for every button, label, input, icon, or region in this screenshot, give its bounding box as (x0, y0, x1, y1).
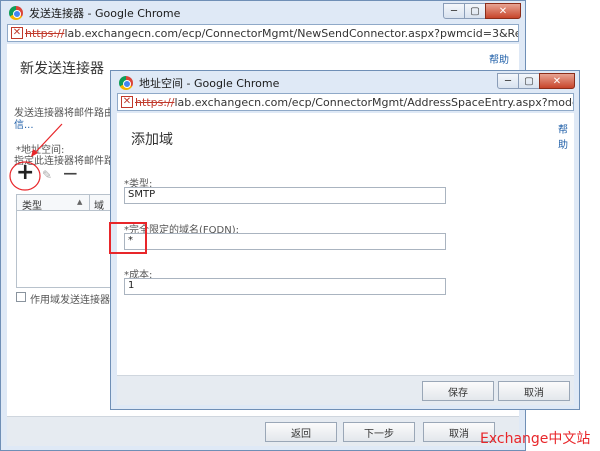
back-button-label: 返回 (291, 428, 311, 440)
col-divider (89, 195, 90, 211)
minimize-button[interactable]: ─ (443, 3, 465, 19)
scoped-checkbox-label: 作用域发送连接器 (30, 295, 110, 306)
back-window-controls: ─ ▢ ✕ (443, 3, 521, 19)
chrome-icon (119, 76, 133, 90)
maximize-icon: ▢ (524, 75, 534, 87)
annotation-box (109, 222, 147, 254)
front-window: 地址空间 - Google Chrome ─ ▢ ✕ ✕ https:// la… (110, 70, 580, 410)
next-button-label: 下一步 (364, 428, 394, 440)
sort-asc-icon: ▲ (77, 198, 83, 206)
url-path: lab.exchangecn.com/ecp/ConnectorMgmt/Add… (174, 95, 573, 109)
close-icon: ✕ (498, 5, 508, 17)
type-value: SMTP (128, 189, 156, 200)
table-header: 类型 ▲ 域 (17, 195, 115, 212)
back-footer: 返回 下一步 取消 (7, 416, 519, 446)
close-button[interactable]: ✕ (485, 3, 521, 19)
url-path: lab.exchangecn.com/ecp/ConnectorMgmt/New… (64, 26, 518, 40)
next-button[interactable]: 下一步 (343, 422, 415, 442)
minimize-icon: ─ (504, 75, 512, 87)
help-link[interactable]: 帮助 (489, 51, 509, 66)
front-address-bar[interactable]: ✕ https:// lab.exchangecn.com/ecp/Connec… (117, 93, 574, 111)
description-link[interactable]: 信... (14, 116, 34, 131)
help-link[interactable]: 帮助 (558, 121, 568, 151)
front-footer: 保存 取消 (117, 375, 574, 405)
col-type-header[interactable]: 类型 (22, 197, 42, 212)
minimize-button[interactable]: ─ (497, 73, 519, 89)
maximize-button[interactable]: ▢ (518, 73, 540, 89)
scoped-checkbox[interactable] (16, 292, 26, 302)
back-window-title: 发送连接器 - Google Chrome (29, 7, 181, 20)
edit-button[interactable]: ✎ (42, 168, 52, 182)
add-button[interactable]: + (16, 162, 34, 184)
front-window-controls: ─ ▢ ✕ (497, 73, 575, 89)
remove-button[interactable]: − (62, 162, 79, 184)
cancel-button-label: 取消 (524, 387, 544, 399)
url-scheme: https:// (25, 26, 65, 40)
cost-value: 1 (128, 280, 135, 291)
maximize-button[interactable]: ▢ (464, 3, 486, 19)
page-title: 新发送连接器 (20, 61, 104, 77)
insecure-icon: ✕ (11, 27, 23, 39)
back-address-bar[interactable]: ✕ https:// lab.exchangecn.com/ecp/Connec… (7, 24, 519, 42)
maximize-icon: ▢ (470, 5, 480, 17)
close-button[interactable]: ✕ (539, 73, 575, 89)
address-space-table: 类型 ▲ 域 (16, 194, 116, 288)
col-domain-header[interactable]: 域 (94, 197, 104, 212)
cost-field[interactable]: 1 (124, 278, 446, 295)
close-icon: ✕ (552, 75, 562, 87)
minimize-icon: ─ (450, 5, 458, 17)
back-button[interactable]: 返回 (265, 422, 337, 442)
front-window-title: 地址空间 - Google Chrome (139, 77, 280, 90)
chrome-icon (9, 6, 23, 20)
save-button-label: 保存 (448, 387, 468, 399)
watermark: Exchange中文站 (480, 431, 591, 447)
url-scheme: https:// (135, 95, 175, 109)
dialog-title: 添加域 (131, 132, 173, 148)
insecure-icon: ✕ (121, 96, 133, 108)
front-content: 帮助 添加域 *类型: SMTP *完全限定的域名(FQDN): * *成本: … (117, 113, 574, 375)
cancel-button-label: 取消 (449, 428, 469, 440)
cancel-button[interactable]: 取消 (498, 381, 570, 401)
fqdn-field[interactable]: * (124, 233, 446, 250)
type-field[interactable]: SMTP (124, 187, 446, 204)
save-button[interactable]: 保存 (422, 381, 494, 401)
